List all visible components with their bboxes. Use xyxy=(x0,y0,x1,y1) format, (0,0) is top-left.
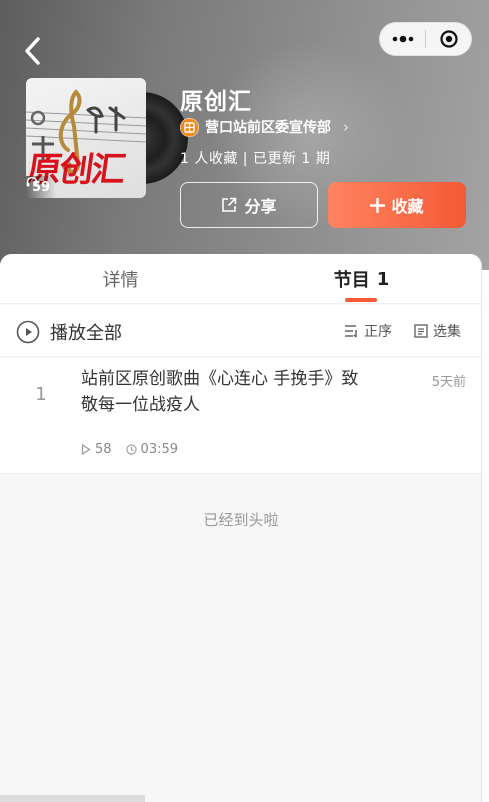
author-link[interactable]: 营口站前区委宣传部 › xyxy=(180,117,349,137)
episode-toolbar: 播放全部 正序 选集 xyxy=(0,305,481,357)
tab-episodes-count: 1 xyxy=(376,268,390,290)
favorite-button[interactable]: 收藏 xyxy=(328,182,466,228)
content-sheet: 详情 节目 1 播放全部 正序 选集 1 站前区原创歌曲《心连心 手挽手》致敬每… xyxy=(0,254,482,802)
author-name: 营口站前区委宣传部 xyxy=(205,120,331,136)
album-cover: 原创汇 59 xyxy=(26,78,188,198)
episode-plays: 58 xyxy=(81,442,112,457)
tab-details[interactable]: 详情 xyxy=(0,254,241,304)
back-button[interactable] xyxy=(18,34,48,68)
author-avatar xyxy=(180,117,199,137)
headphones-icon xyxy=(26,176,38,187)
sort-label: 正序 xyxy=(364,324,392,340)
close-button[interactable] xyxy=(426,23,471,55)
sort-button[interactable]: 正序 xyxy=(344,321,392,341)
tab-episodes-label: 节目 xyxy=(333,270,370,291)
active-tab-indicator xyxy=(345,298,377,302)
mini-program-capsule xyxy=(379,22,472,56)
tab-bar: 详情 节目 1 xyxy=(0,254,481,304)
episode-meta: 58 03:59 xyxy=(81,442,178,457)
episode-title: 站前区原创歌曲《心连心 手挽手》致敬每一位战疫人 xyxy=(81,369,359,415)
play-all-button[interactable]: 播放全部 xyxy=(16,319,122,345)
tab-details-label: 详情 xyxy=(102,270,139,291)
play-circle-icon xyxy=(16,320,40,344)
close-icon xyxy=(439,30,458,48)
chevron-right-icon: › xyxy=(343,118,349,136)
album-title: 原创汇 xyxy=(180,89,252,115)
episode-date: 5天前 xyxy=(431,375,466,390)
album-stats: 1 人收藏 | 已更新 1 期 xyxy=(180,151,331,167)
plus-icon xyxy=(370,197,386,213)
share-icon xyxy=(222,197,237,212)
cover-play-count: 59 xyxy=(26,176,57,198)
play-all-label: 播放全部 xyxy=(50,323,122,344)
back-icon xyxy=(25,37,40,65)
episode-duration-value: 03:59 xyxy=(140,442,179,457)
list-icon xyxy=(414,324,428,338)
bottom-strip xyxy=(0,795,145,802)
tab-episodes[interactable]: 节目 1 xyxy=(241,254,481,304)
select-episodes-button[interactable]: 选集 xyxy=(414,321,461,341)
episode-index: 1 xyxy=(35,384,47,405)
select-label: 选集 xyxy=(433,324,461,340)
episode-duration: 03:59 xyxy=(125,442,179,457)
share-label: 分享 xyxy=(244,197,277,216)
episode-item[interactable]: 1 站前区原创歌曲《心连心 手挽手》致敬每一位战疫人 5天前 58 03:59 xyxy=(0,358,481,474)
share-button[interactable]: 分享 xyxy=(180,182,318,228)
episode-plays-value: 58 xyxy=(95,442,112,457)
clock-icon xyxy=(125,444,137,455)
favorite-label: 收藏 xyxy=(391,197,424,216)
sort-icon xyxy=(345,325,357,338)
more-icon xyxy=(392,35,413,43)
cover-art: 原创汇 59 xyxy=(26,78,146,198)
end-of-list-note: 已经到头啦 xyxy=(203,511,279,529)
play-icon xyxy=(81,444,91,455)
more-button[interactable] xyxy=(380,23,425,55)
album-header: 原创汇 59 原创汇 营口站前区委宣传部 › 1 人收藏 | 已更新 1 期 分… xyxy=(0,0,489,270)
